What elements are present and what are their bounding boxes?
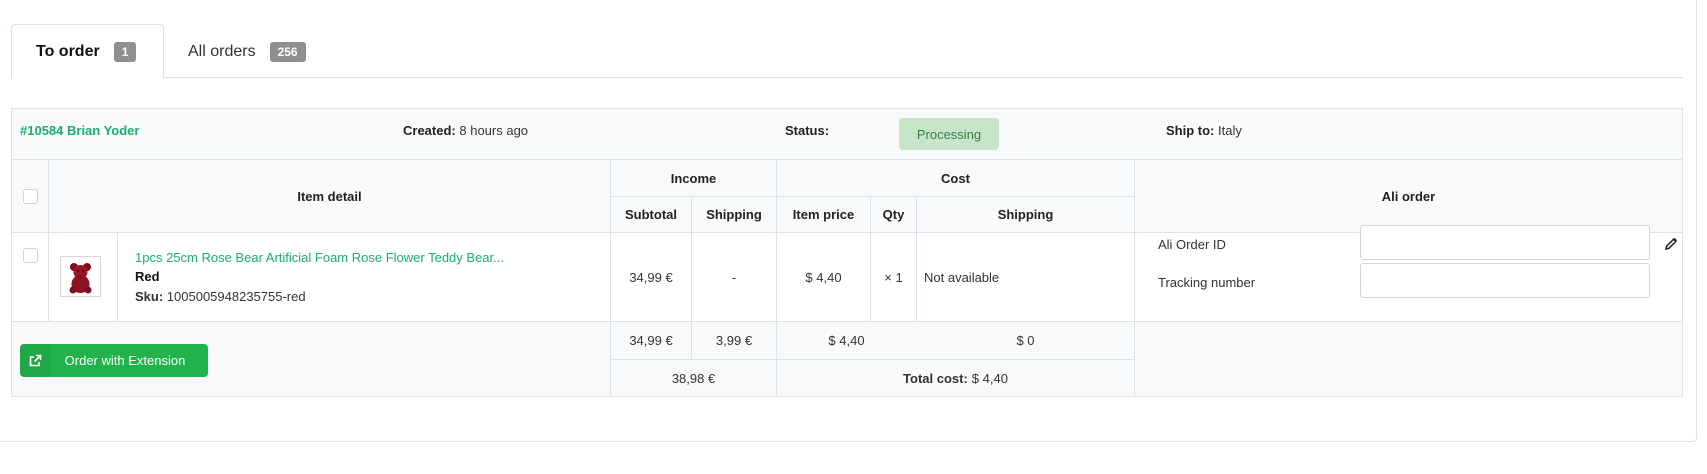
subtotal-header: Subtotal bbox=[625, 207, 677, 222]
order-tabs: To order 1 All orders 256 bbox=[11, 24, 1683, 79]
tab-label: All orders bbox=[188, 42, 256, 60]
teddy-bear-image bbox=[69, 263, 92, 294]
total-item-price: $ 4,40 bbox=[828, 333, 865, 348]
status-badge: Processing bbox=[899, 118, 999, 150]
tracking-number-input[interactable] bbox=[1360, 263, 1650, 298]
created-value: 8 hours ago bbox=[459, 123, 529, 138]
sku-label: Sku: bbox=[135, 289, 164, 304]
order-header: #10584 Brian Yoder Created: 8 hours ago … bbox=[12, 109, 1682, 159]
ship-label: Ship to: bbox=[1166, 123, 1215, 138]
order-extension-label: Order with Extension bbox=[64, 353, 186, 368]
cost-header: Cost bbox=[941, 170, 970, 186]
count-badge: 1 bbox=[113, 41, 137, 62]
income-total: 38,98 € bbox=[671, 370, 716, 386]
product-sku: Sku: 1005005948235755-red bbox=[135, 289, 306, 304]
item-qty: × 1 bbox=[884, 269, 903, 285]
ship-value: Italy bbox=[1218, 123, 1242, 138]
item-subtotal: 34,99 € bbox=[629, 269, 673, 285]
order-with-extension-button[interactable]: Order with Extension bbox=[20, 344, 208, 377]
item-price: $ 4,40 bbox=[805, 269, 842, 285]
item-price-header: Item price bbox=[792, 207, 855, 222]
product-variant: Red bbox=[135, 269, 160, 284]
tab-to-order[interactable]: To order 1 bbox=[11, 24, 164, 79]
tab-all-orders[interactable]: All orders 256 bbox=[164, 24, 334, 79]
count-badge: 256 bbox=[269, 41, 306, 62]
shipping-header: Shipping bbox=[706, 207, 762, 222]
order-link[interactable]: #10584 Brian Yoder bbox=[20, 123, 139, 138]
qty-header: Qty bbox=[882, 207, 905, 222]
total-cost-label: Total cost: bbox=[903, 370, 968, 386]
ship-info: Ship to: Italy bbox=[1166, 123, 1242, 138]
total-cost: Total cost: $ 4,40 bbox=[777, 360, 1134, 396]
pencil-icon[interactable] bbox=[1664, 237, 1678, 251]
product-thumbnail bbox=[60, 256, 101, 297]
order-card: #10584 Brian Yoder Created: 8 hours ago … bbox=[11, 108, 1683, 397]
income-header: Income bbox=[670, 170, 717, 186]
tracking-number-label: Tracking number bbox=[1158, 275, 1256, 290]
total-subtotal: 34,99 € bbox=[629, 333, 673, 348]
item-detail-header: Item detail bbox=[297, 188, 362, 204]
ali-order-header: Ali order bbox=[1381, 188, 1436, 204]
cost-shipping-header: Shipping bbox=[997, 207, 1054, 222]
external-link-icon bbox=[20, 344, 50, 377]
item-shipping: - bbox=[731, 269, 737, 285]
created-info: Created: 8 hours ago bbox=[403, 123, 528, 138]
product-title-link[interactable]: 1pcs 25cm Rose Bear Artificial Foam Rose… bbox=[135, 250, 504, 265]
total-shipping: 3,99 € bbox=[715, 333, 753, 348]
item-cost-shipping: Not available bbox=[924, 269, 1000, 285]
sku-value: 1005005948235755-red bbox=[166, 289, 306, 304]
select-all-checkbox[interactable] bbox=[23, 189, 38, 204]
orders-panel: To order 1 All orders 256 #10584 Brian Y… bbox=[0, 0, 1697, 442]
ali-order-id-input[interactable] bbox=[1360, 225, 1650, 260]
ali-order-id-label: Ali Order ID bbox=[1158, 237, 1226, 252]
total-cost-value: $ 4,40 bbox=[971, 370, 1008, 386]
created-label: Created: bbox=[403, 123, 456, 138]
item-checkbox[interactable] bbox=[23, 248, 38, 263]
tab-label: To order bbox=[36, 42, 100, 60]
status-label: Status: bbox=[785, 123, 830, 138]
total-cost-shipping: $ 0 bbox=[1016, 333, 1035, 348]
